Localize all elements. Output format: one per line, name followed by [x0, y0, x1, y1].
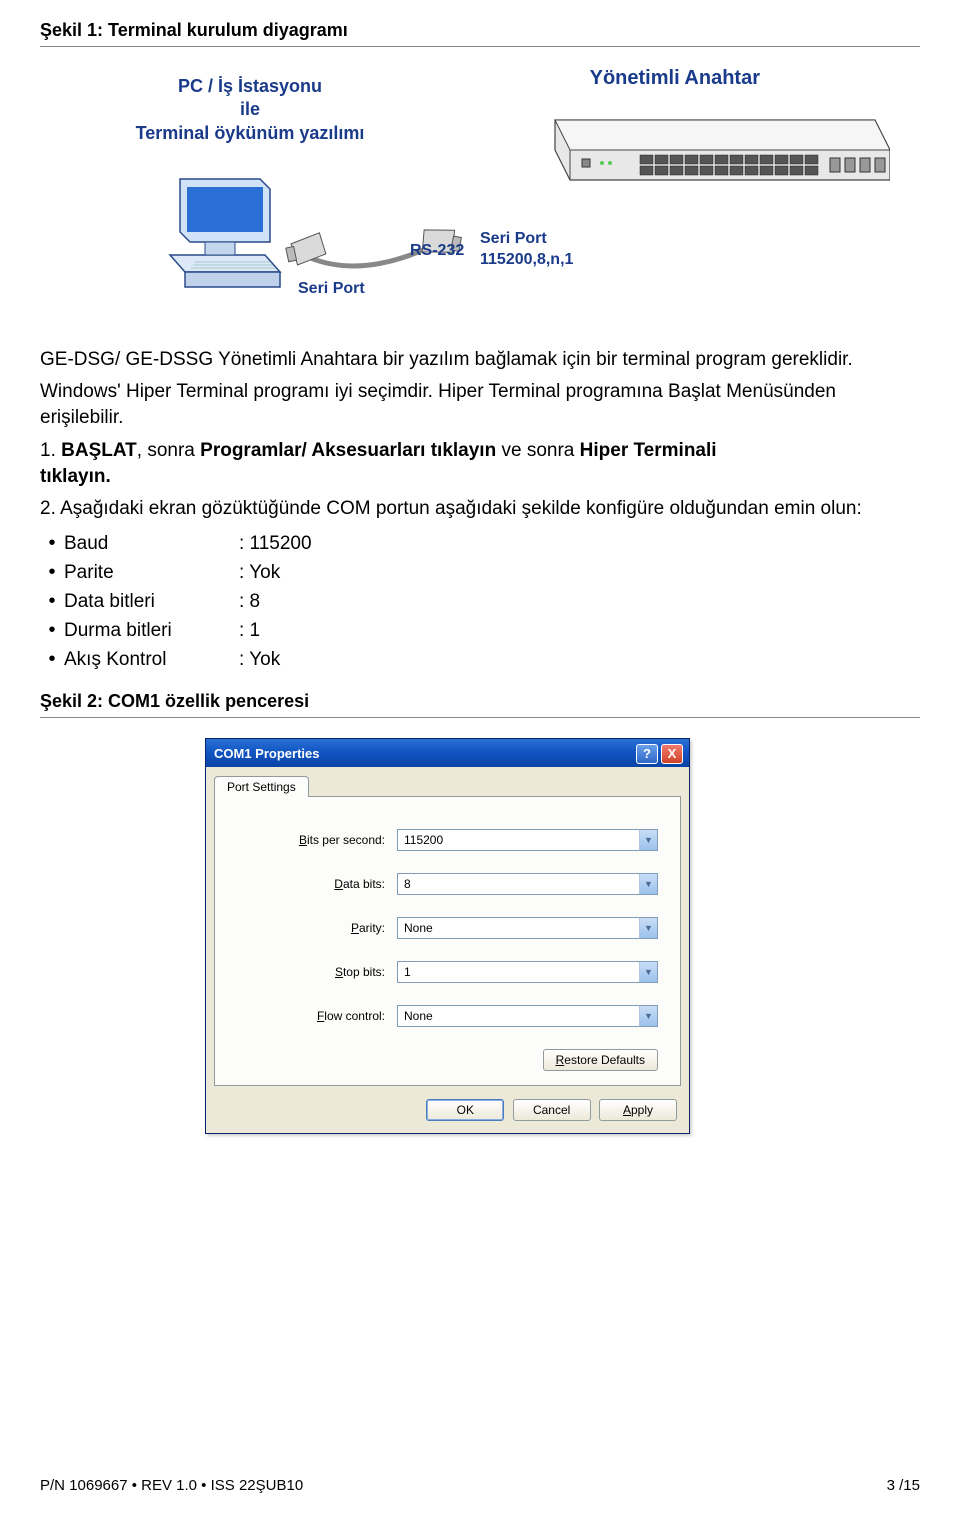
com1-properties-dialog: COM1 Properties ? X Port Settings Bits p…: [205, 738, 690, 1134]
intro-paragraph-1: GE-DSG/ GE-DSSG Yönetimli Anahtara bir y…: [40, 347, 920, 373]
chevron-down-icon: ▼: [639, 830, 657, 850]
bullet-value: : Yok: [239, 562, 280, 584]
figure1-title: Şekil 1: Terminal kurulum diyagramı: [40, 20, 920, 47]
step-1: 1. BAŞLAT, sonra Programlar/ Aksesuarlar…: [40, 438, 920, 490]
chevron-down-icon: ▼: [639, 962, 657, 982]
page-footer: P/N 1069667 • REV 1.0 • ISS 22ŞUB10 3 /1…: [40, 1477, 920, 1494]
bits-per-second-combo[interactable]: 115200 ▼: [397, 829, 658, 851]
bullet-value: : 115200: [239, 533, 312, 555]
intro-paragraph-2: Windows' Hiper Terminal programı iyi seç…: [40, 379, 920, 431]
terminal-setup-diagram: PC / İş İstasyonu ile Terminal öykünüm y…: [40, 67, 920, 327]
bullet-label: Durma bitleri: [64, 620, 239, 642]
footer-page-number: 3 /15: [887, 1477, 920, 1494]
flow-control-label: Flow control:: [237, 1009, 397, 1023]
switch-icon: [540, 105, 890, 190]
chevron-down-icon: ▼: [639, 1006, 657, 1026]
step1-end: tıklayın.: [40, 466, 111, 487]
apply-button[interactable]: Apply: [599, 1099, 677, 1121]
dialog-button-row: OK Cancel Apply: [206, 1094, 689, 1133]
port-settings-tab[interactable]: Port Settings: [214, 776, 309, 797]
bits-per-second-row: Bits per second: 115200 ▼: [237, 829, 658, 851]
figure2-title: Şekil 2: COM1 özellik penceresi: [40, 691, 920, 718]
bullet-label: Baud: [64, 533, 239, 555]
bullet-value: : Yok: [239, 649, 280, 671]
bullet-value: : 1: [239, 620, 260, 642]
stop-bits-label: Stop bits:: [237, 965, 397, 979]
step-2: 2. Aşağıdaki ekran gözüktüğünde COM port…: [40, 496, 920, 522]
pc-station-label: PC / İş İstasyonu ile Terminal öykünüm y…: [135, 75, 365, 145]
step1-m2: ve sonra: [496, 440, 579, 461]
port-settings-panel: Bits per second: 115200 ▼ Data bits: 8 ▼…: [214, 796, 681, 1086]
data-bits-combo[interactable]: 8 ▼: [397, 873, 658, 895]
parity-row: Parity: None ▼: [237, 917, 658, 939]
parity-label: Parity:: [237, 921, 397, 935]
bullet-row: •Data bitleri: 8: [40, 590, 920, 613]
footer-left: P/N 1069667 • REV 1.0 • ISS 22ŞUB10: [40, 1477, 303, 1494]
stop-bits-row: Stop bits: 1 ▼: [237, 961, 658, 983]
dialog-title: COM1 Properties: [214, 746, 319, 761]
step1-b2: Programlar/ Aksesuarları tıklayın: [200, 440, 496, 461]
flow-control-combo[interactable]: None ▼: [397, 1005, 658, 1027]
combo-value: 115200: [398, 833, 639, 847]
dialog-titlebar: COM1 Properties ? X: [206, 739, 689, 767]
rs232-label: RS-232: [410, 242, 464, 260]
combo-value: 1: [398, 965, 639, 979]
combo-value: None: [398, 921, 639, 935]
pc-label-line1: PC / İş İstasyonu: [135, 75, 365, 98]
pc-label-line3: Terminal öykünüm yazılımı: [135, 122, 365, 145]
bullet-row: •Akış Kontrol: Yok: [40, 648, 920, 671]
combo-value: None: [398, 1009, 639, 1023]
bullet-row: •Baud: 115200: [40, 532, 920, 555]
chevron-down-icon: ▼: [639, 918, 657, 938]
cancel-button[interactable]: Cancel: [513, 1099, 591, 1121]
chevron-down-icon: ▼: [639, 874, 657, 894]
ok-button[interactable]: OK: [426, 1099, 504, 1121]
bullet-label: Data bitleri: [64, 591, 239, 613]
bullet-row: •Parite: Yok: [40, 561, 920, 584]
help-button[interactable]: ?: [636, 744, 658, 764]
tab-strip: Port Settings: [206, 767, 689, 796]
managed-switch-label: Yönetimli Anahtar: [590, 67, 760, 90]
data-bits-label: Data bits:: [237, 877, 397, 891]
pc-label-line2: ile: [135, 98, 365, 121]
data-bits-row: Data bits: 8 ▼: [237, 873, 658, 895]
parity-combo[interactable]: None ▼: [397, 917, 658, 939]
config-bullets: •Baud: 115200 •Parite: Yok •Data bitleri…: [40, 532, 920, 671]
step1-b1: BAŞLAT: [61, 440, 137, 461]
step1-m1: , sonra: [137, 440, 200, 461]
serial-port-left-label: Seri Port: [298, 280, 365, 298]
bits-per-second-label: Bits per second:: [237, 833, 397, 847]
serial-port-right-label: Seri Port 115200,8,n,1: [480, 229, 573, 271]
combo-value: 8: [398, 877, 639, 891]
bullet-row: •Durma bitleri: 1: [40, 619, 920, 642]
bullet-label: Akış Kontrol: [64, 649, 239, 671]
serial-port-right-l1: Seri Port: [480, 229, 573, 250]
step1-num: 1.: [40, 440, 61, 461]
bullet-value: : 8: [239, 591, 260, 613]
close-button[interactable]: X: [661, 744, 683, 764]
restore-defaults-button[interactable]: Restore Defaults: [543, 1049, 658, 1071]
computer-icon: [165, 177, 285, 297]
serial-port-right-l2: 115200,8,n,1: [480, 250, 573, 271]
bullet-label: Parite: [64, 562, 239, 584]
stop-bits-combo[interactable]: 1 ▼: [397, 961, 658, 983]
flow-control-row: Flow control: None ▼: [237, 1005, 658, 1027]
step1-b3: Hiper Terminali: [580, 440, 717, 461]
